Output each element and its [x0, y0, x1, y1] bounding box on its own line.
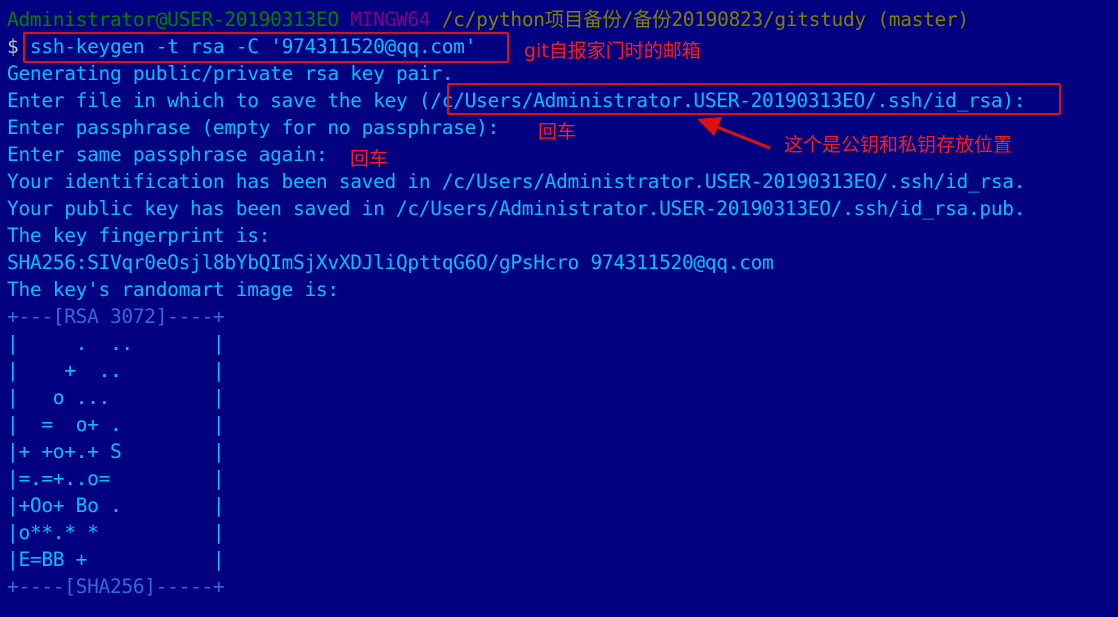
randomart-row: | . .. |	[7, 332, 225, 355]
randomart-row: | = o+ . |	[7, 413, 225, 436]
output-line-1: Generating public/private rsa key pair.	[7, 62, 454, 85]
output-line-9: The key's randomart image is:	[7, 278, 339, 301]
terminal-window[interactable]: Administrator@USER-20190313EO MINGW64 /c…	[0, 0, 1118, 617]
randomart-row: |+Oo+ Bo . |	[7, 494, 225, 517]
randomart-row: |E=BB + |	[7, 548, 225, 571]
randomart-row: |+ +o+.+ S |	[7, 440, 225, 463]
output-line-2-prefix: Enter file in which to save the key (	[7, 89, 431, 112]
key-path-highlight-box	[447, 83, 1061, 115]
prompt-symbol: $	[7, 35, 19, 58]
prompt-line: Administrator@USER-20190313EO MINGW64 /c…	[7, 6, 969, 33]
output-line-5: Your identification has been saved in /c…	[7, 170, 1026, 193]
randomart-row: | + .. |	[7, 359, 225, 382]
prompt-branch: (master)	[877, 8, 969, 31]
output-line-6: Your public key has been saved in /c/Use…	[7, 197, 1026, 220]
output-line-7: The key fingerprint is:	[7, 224, 271, 247]
enter-annotation-2: 回车	[350, 148, 389, 170]
prompt-path: /c/python项目备份/备份20190823/gitstudy	[441, 8, 866, 31]
randomart-top: +---[RSA 3072]----+	[7, 305, 225, 328]
output-line-8: SHA256:SIVqr0eOsjl8bYbQImSjXvXDJliQpttqG…	[7, 251, 774, 274]
randomart-row: | o ... |	[7, 386, 225, 409]
output-line-4: Enter same passphrase again:	[7, 143, 328, 166]
randomart-bottom: +----[SHA256]-----+	[7, 575, 225, 598]
randomart-row: |o**.* * |	[7, 521, 225, 544]
randomart-row: |=.=+..o= |	[7, 467, 225, 490]
enter-annotation-1: 回车	[538, 121, 577, 143]
prompt-user-host: Administrator@USER-20190313EO	[7, 8, 339, 31]
output-line-3: Enter passphrase (empty for no passphras…	[7, 116, 499, 139]
email-annotation: git自报家门时的邮箱	[524, 40, 701, 62]
key-location-annotation: 这个是公钥和私钥存放位置	[784, 134, 1013, 156]
command-highlight-box	[23, 32, 509, 63]
prompt-shell: MINGW64	[350, 8, 431, 31]
